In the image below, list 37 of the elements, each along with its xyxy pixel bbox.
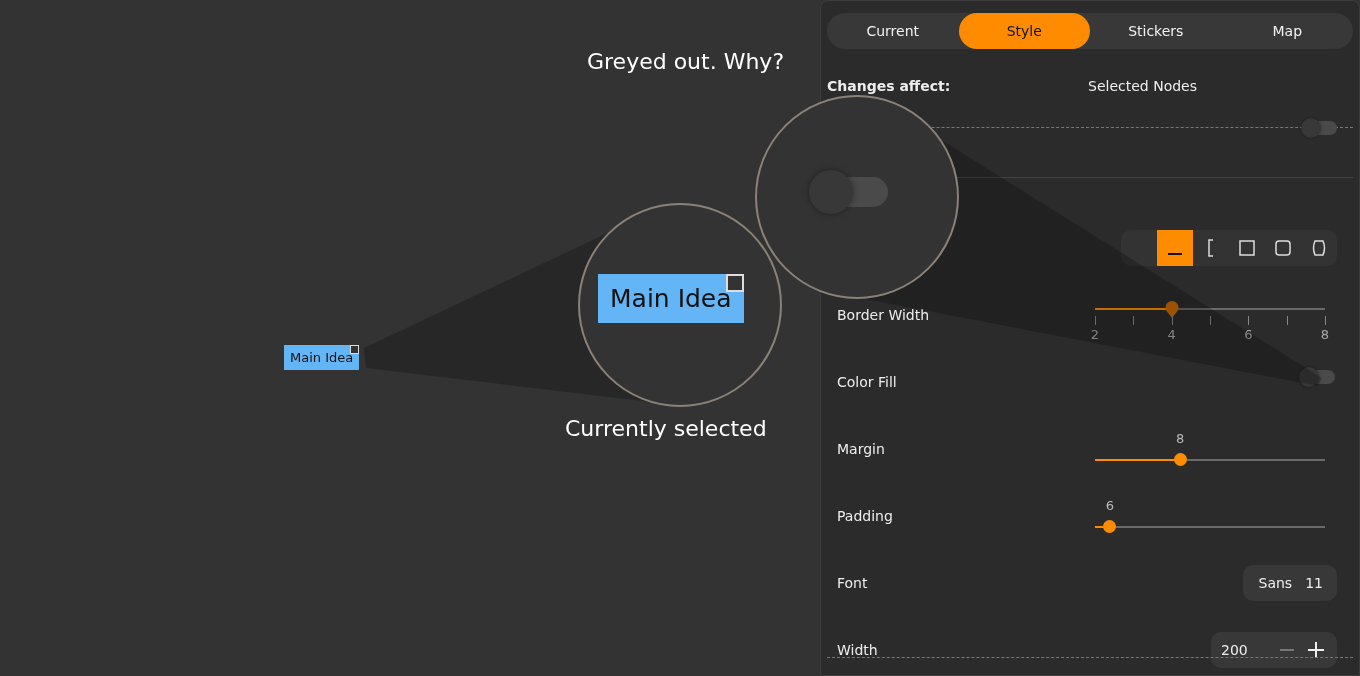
- mind-map-node[interactable]: Main Idea: [284, 345, 360, 370]
- font-button[interactable]: Sans 11: [1242, 564, 1337, 601]
- tick-label: 8: [1320, 326, 1330, 342]
- tick-label: 6: [1244, 326, 1253, 342]
- resize-handle[interactable]: [350, 345, 360, 354]
- mind-map-node: Main Idea: [598, 274, 744, 323]
- row-label: Margin: [837, 440, 885, 457]
- tick-label: 4: [1167, 326, 1176, 342]
- tick-label: 2: [1090, 326, 1100, 342]
- slider-value: 8: [1175, 430, 1185, 446]
- tab[interactable]: Style: [958, 13, 1090, 49]
- row-label: Border Width: [837, 306, 930, 323]
- row-label: Color Fill: [837, 373, 897, 390]
- width-value-input[interactable]: 200: [1219, 640, 1271, 659]
- plus-icon: [1308, 641, 1324, 658]
- rounded-square-icon: [1275, 240, 1291, 256]
- affect-value: Selected Nodes: [1088, 78, 1197, 94]
- annotation-caption: Currently selected: [565, 416, 767, 441]
- tab[interactable]: Current: [827, 13, 959, 49]
- slider-thumb[interactable]: [1103, 520, 1117, 533]
- tab[interactable]: Map: [1221, 13, 1353, 49]
- minus-icon: [1280, 648, 1294, 651]
- square-icon: [1239, 240, 1255, 256]
- annotation-caption: Greyed out. Why?: [587, 49, 785, 74]
- changes-affect-label: Changes affect:: [827, 78, 951, 94]
- slider-thumb[interactable]: [1164, 300, 1179, 319]
- row-label: Font: [837, 574, 868, 591]
- slider-track[interactable]: [1095, 299, 1325, 318]
- tab[interactable]: Stickers: [1090, 13, 1222, 49]
- width-spin-field[interactable]: 200: [1211, 631, 1337, 668]
- row-label: Padding: [837, 507, 893, 524]
- shape-option[interactable]: [1157, 230, 1193, 266]
- bracket-icon: [1207, 239, 1215, 257]
- slider-value: 6: [1105, 497, 1115, 513]
- underline-icon: [1168, 253, 1182, 255]
- slider-thumb[interactable]: [1173, 453, 1187, 466]
- row-label: Width: [837, 641, 878, 658]
